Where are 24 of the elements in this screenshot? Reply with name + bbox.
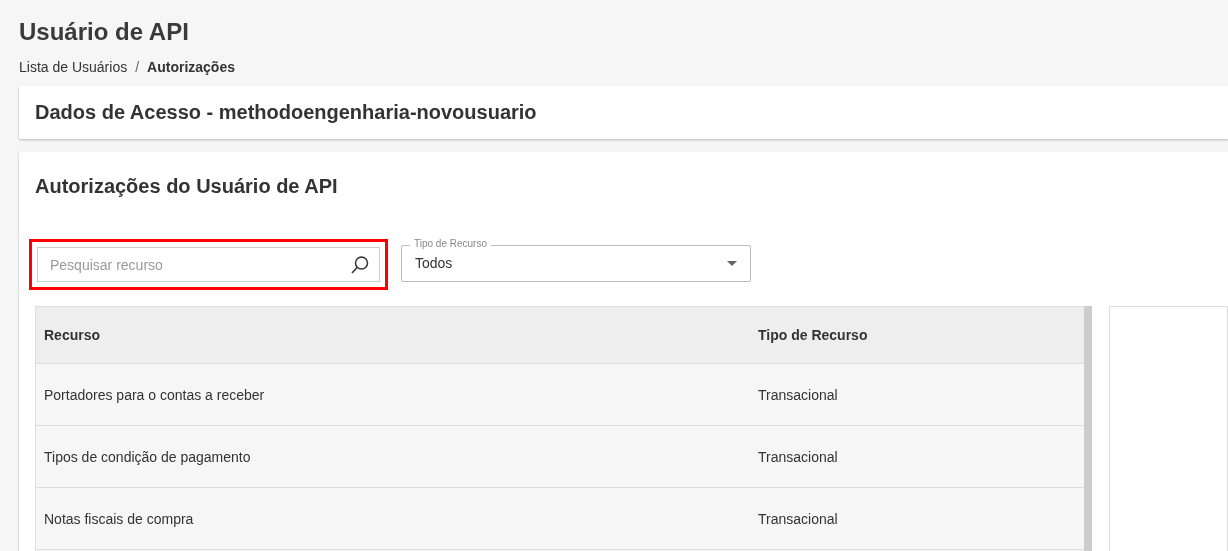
search-field[interactable]: Pesquisar recurso [37,247,380,282]
search-icon[interactable] [350,255,370,275]
section-title: Autorizações do Usuário de API [35,174,338,198]
table-row[interactable]: Notas fiscais de compra Transacional [36,488,1085,550]
card-title: Dados de Acesso - methodoengenharia-novousuario [35,101,537,124]
page-title: Usuário de API [19,17,189,47]
table-cell-text: Transacional [757,510,838,527]
select-label: Tipo de Recurso [410,238,491,250]
caret-icon [727,261,737,266]
breadcrumb-item[interactable]: Lista de Usuários [19,59,128,75]
table-cell-text: Transacional [757,386,838,403]
table-cell-text: Portadores para o contas a receber [43,386,266,403]
table-row[interactable]: Tipos de condição de pagamento Transacional [36,426,1085,488]
breadcrumb-item: Autorizações [147,59,235,75]
table-cell-text: Tipos de condição de pagamento [43,448,252,465]
table-cell-text: Transacional [757,448,838,465]
column-header: Recurso [43,327,102,343]
column-header: Tipo de Recurso [757,327,868,343]
breadcrumb-separator: / [135,59,140,75]
resource-type-select[interactable]: Tipo de Recurso Todos [401,238,751,282]
scrollbar[interactable] [1084,306,1092,551]
select-value: Todos [415,254,454,271]
table-row[interactable]: Portadores para o contas a receber Transacional [36,364,1085,426]
table-cell-text: Notas fiscais de compra [43,510,195,527]
